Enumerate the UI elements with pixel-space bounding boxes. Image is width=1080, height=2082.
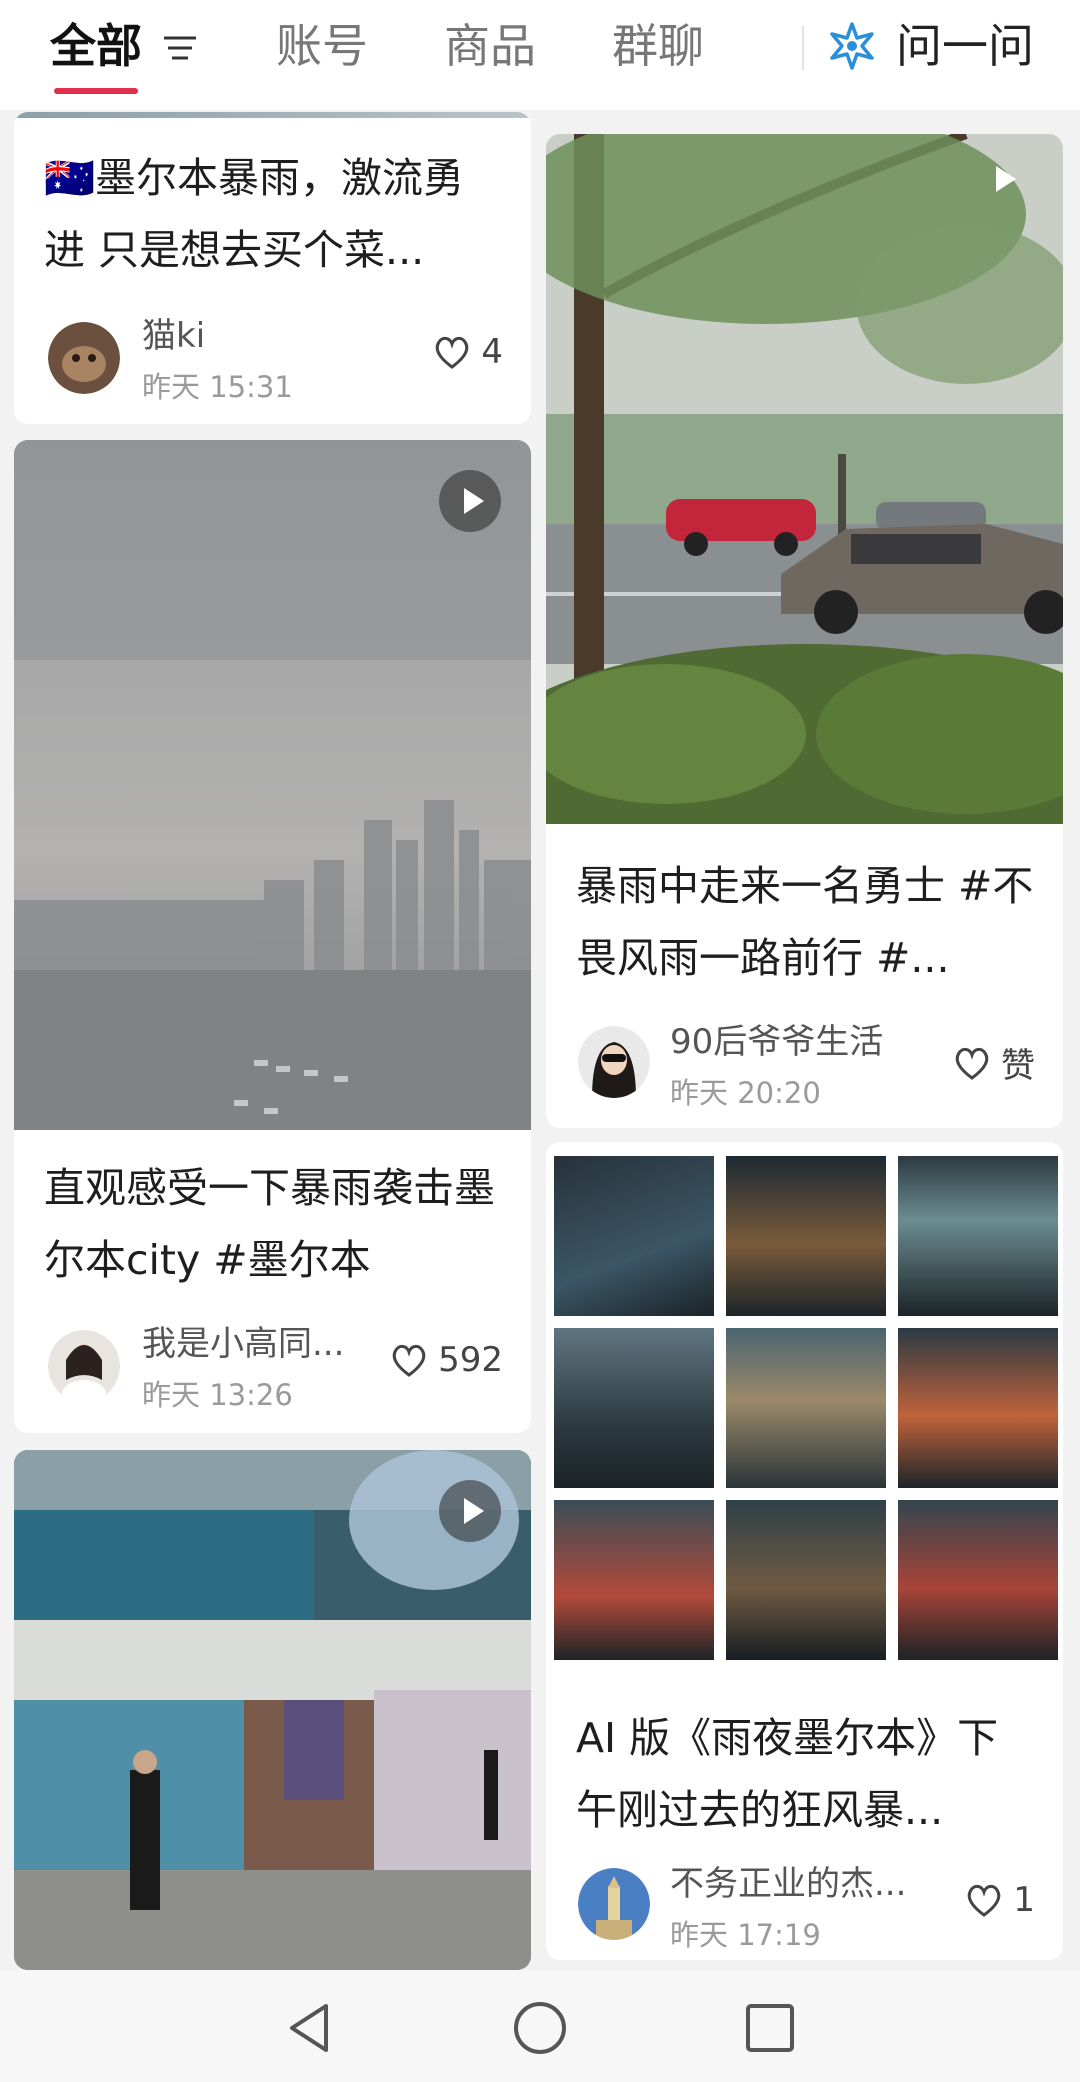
card-1-title: 🇦🇺墨尔本暴雨，激流勇进 只是想去买个菜... — [44, 154, 465, 274]
card-2-time: 昨天 20:20 — [670, 1076, 821, 1110]
card-3-play-icon — [439, 470, 501, 532]
heart-icon — [955, 1047, 989, 1080]
home-circle-icon[interactable] — [510, 1998, 570, 2058]
card-5-time: 昨天 17:19 — [670, 1918, 821, 1952]
feed-card-2[interactable]: 暴雨中走来一名勇士 #不畏风雨一路前行 #... 90后爷爷生活 昨天 20:2… — [546, 134, 1063, 1128]
grid-photo — [726, 1500, 886, 1660]
card-3-author[interactable]: 我是小高同... — [142, 1316, 344, 1365]
card-3-like[interactable]: 592 — [390, 1340, 503, 1380]
top-tab-bar: 全部 账号 商品 群聊 问一问 — [0, 0, 1080, 110]
heart-icon — [392, 1344, 426, 1377]
card-1-image — [14, 112, 531, 118]
card-3-time: 昨天 13:26 — [142, 1378, 293, 1412]
grid-photo — [554, 1156, 714, 1316]
card-5-author[interactable]: 不务正业的杰... — [670, 1856, 906, 1905]
card-4-play-icon — [439, 1480, 501, 1542]
tab-all[interactable]: 全部 — [50, 18, 142, 74]
grid-photo — [898, 1328, 1058, 1488]
heart-icon — [436, 336, 469, 369]
grid-photo — [554, 1328, 714, 1488]
heart-icon — [968, 1884, 1001, 1917]
card-2-image — [546, 134, 1063, 824]
grid-photo — [726, 1156, 886, 1316]
card-5-title: AI 版《雨夜墨尔本》下午刚过去的狂风暴... — [576, 1714, 999, 1834]
grid-photo — [898, 1500, 1058, 1660]
card-1-like[interactable]: 4 — [433, 332, 503, 372]
card-3-avatar[interactable] — [48, 1330, 120, 1402]
tab-group-chat[interactable]: 群聊 — [612, 18, 704, 74]
card-3-like-count: 592 — [438, 1340, 503, 1380]
card-2-like-label: 赞 — [1001, 1046, 1035, 1086]
card-2-author[interactable]: 90后爷爷生活 — [670, 1014, 883, 1063]
card-3-image — [14, 440, 531, 1130]
card-2-title: 暴雨中走来一名勇士 #不畏风雨一路前行 #... — [576, 862, 1034, 982]
card-2-play-icon — [971, 148, 1033, 210]
card-1-like-count: 4 — [481, 332, 503, 372]
ai-star-icon[interactable] — [826, 20, 878, 72]
card-2-avatar[interactable] — [578, 1026, 650, 1098]
tab-accounts[interactable]: 账号 — [276, 18, 368, 74]
card-1-time: 昨天 15:31 — [142, 370, 293, 404]
filter-icon[interactable] — [160, 28, 200, 68]
card-1-author[interactable]: 猫ki — [142, 308, 205, 357]
active-tab-indicator — [54, 88, 138, 94]
feed-card-1[interactable]: 🇦🇺墨尔本暴雨，激流勇进 只是想去买个菜... 猫ki 昨天 15:31 4 — [14, 112, 531, 424]
grid-photo — [726, 1328, 886, 1488]
card-5-like[interactable]: 1 — [965, 1880, 1035, 1920]
grid-photo — [898, 1156, 1058, 1316]
tab-divider — [802, 26, 804, 70]
system-nav-bar — [0, 1970, 1080, 2082]
ask-button[interactable]: 问一问 — [896, 18, 1034, 74]
card-3-title: 直观感受一下暴雨袭击墨尔本city #墨尔本 — [44, 1164, 495, 1284]
tab-products[interactable]: 商品 — [444, 18, 536, 74]
card-5-like-count: 1 — [1013, 1880, 1035, 1920]
feed-card-4[interactable] — [14, 1450, 531, 1970]
back-triangle-icon[interactable] — [280, 1998, 340, 2058]
card-5-avatar[interactable] — [578, 1868, 650, 1940]
recents-square-icon[interactable] — [740, 1998, 800, 2058]
feed-card-5[interactable]: AI 版《雨夜墨尔本》下午刚过去的狂风暴... 不务正业的杰... 昨天 17:… — [546, 1142, 1063, 1960]
grid-photo — [554, 1500, 714, 1660]
card-1-avatar[interactable] — [48, 322, 120, 394]
card-2-like[interactable]: 赞 — [953, 1038, 1035, 1087]
feed-card-3[interactable]: 直观感受一下暴雨袭击墨尔本city #墨尔本 我是小高同... 昨天 13:26… — [14, 440, 531, 1433]
card-5-photo-grid — [554, 1156, 1059, 1676]
